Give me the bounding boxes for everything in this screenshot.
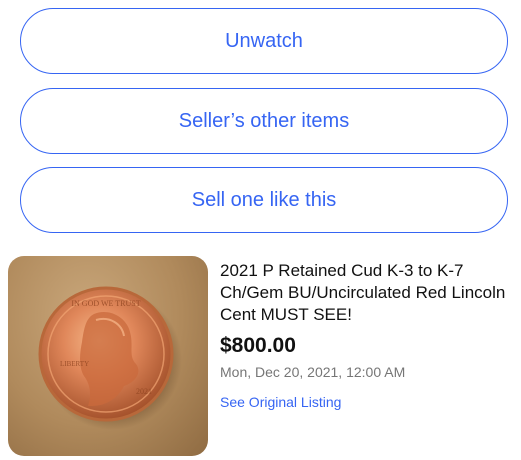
svg-text:LIBERTY: LIBERTY [60,360,89,368]
see-original-listing-link[interactable]: See Original Listing [220,394,341,410]
coin-photo-thumbnail[interactable]: IN GOD WE TRUST LIBERTY 2021 [8,256,208,456]
listing-price: $800.00 [220,334,296,357]
listing-date: Mon, Dec 20, 2021, 12:00 AM [220,364,406,380]
unwatch-button[interactable]: Unwatch [20,8,508,74]
sell-one-like-this-button[interactable]: Sell one like this [20,167,508,233]
listing-info: 2021 P Retained Cud K-3 to K-7 Ch/Gem BU… [220,256,513,412]
seller-other-items-button[interactable]: Seller’s other items [20,88,508,154]
svg-text:2021: 2021 [136,387,152,396]
listing-title[interactable]: 2021 P Retained Cud K-3 to K-7 Ch/Gem BU… [220,260,513,326]
listing-card: IN GOD WE TRUST LIBERTY 2021 2021 P Reta… [8,256,513,456]
svg-text:IN GOD WE TRUST: IN GOD WE TRUST [71,299,140,308]
coin-image-icon: IN GOD WE TRUST LIBERTY 2021 [38,286,182,430]
